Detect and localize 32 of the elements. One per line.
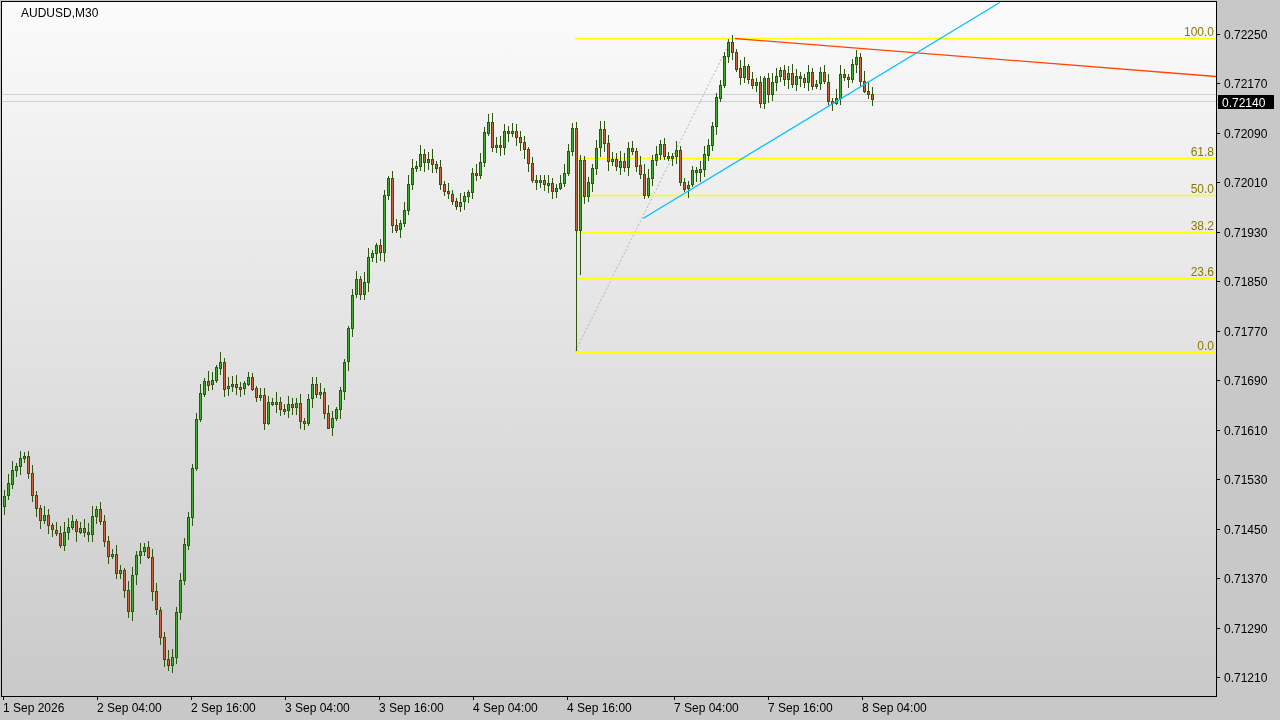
fibonacci-level-label: 38.2 xyxy=(1190,219,1214,233)
price-axis-label: 0.71930 xyxy=(1224,226,1268,240)
time-axis-label: 2 Sep 04:00 xyxy=(97,701,162,715)
price-axis-label: 0.71770 xyxy=(1224,325,1268,339)
price-axis-label: 0.71850 xyxy=(1224,275,1268,289)
price-axis-label: 0.72250 xyxy=(1224,28,1268,42)
time-axis-label: 8 Sep 04:00 xyxy=(862,701,927,715)
time-axis-label: 7 Sep 04:00 xyxy=(674,701,739,715)
price-axis-label: 0.71690 xyxy=(1224,374,1268,388)
price-axis-label: 0.71370 xyxy=(1224,572,1268,586)
price-axis-label: 0.72170 xyxy=(1224,77,1268,91)
time-axis-label: 4 Sep 16:00 xyxy=(567,701,632,715)
time-axis-label: 3 Sep 04:00 xyxy=(285,701,350,715)
price-axis-label: 0.71210 xyxy=(1224,671,1268,685)
price-axis-label: 0.71530 xyxy=(1224,473,1268,487)
fibonacci-level-label: 50.0 xyxy=(1190,182,1214,196)
price-axis-label: 0.71290 xyxy=(1224,622,1268,636)
fibonacci-level-label: 100.0 xyxy=(1183,25,1214,39)
price-axis-label: 0.72090 xyxy=(1224,127,1268,141)
fibonacci-level-label: 61.8 xyxy=(1190,145,1214,159)
price-axis-label: 0.71450 xyxy=(1224,523,1268,537)
time-axis-label: 3 Sep 16:00 xyxy=(379,701,444,715)
current-price-label: 0.72140 xyxy=(1218,95,1274,110)
time-axis-label: 2 Sep 16:00 xyxy=(191,701,256,715)
price-axis-label: 0.71610 xyxy=(1224,424,1268,438)
fibonacci-level-label: 23.6 xyxy=(1190,265,1214,279)
fibonacci-level-label: 0.0 xyxy=(1197,339,1214,353)
price-axis-label: 0.72010 xyxy=(1224,176,1268,190)
symbol-title: AUDUSD,M30 xyxy=(21,6,99,20)
time-axis-label: 4 Sep 04:00 xyxy=(473,701,538,715)
time-axis-label: 7 Sep 16:00 xyxy=(768,701,833,715)
time-axis-label: 1 Sep 2026 xyxy=(3,701,65,715)
